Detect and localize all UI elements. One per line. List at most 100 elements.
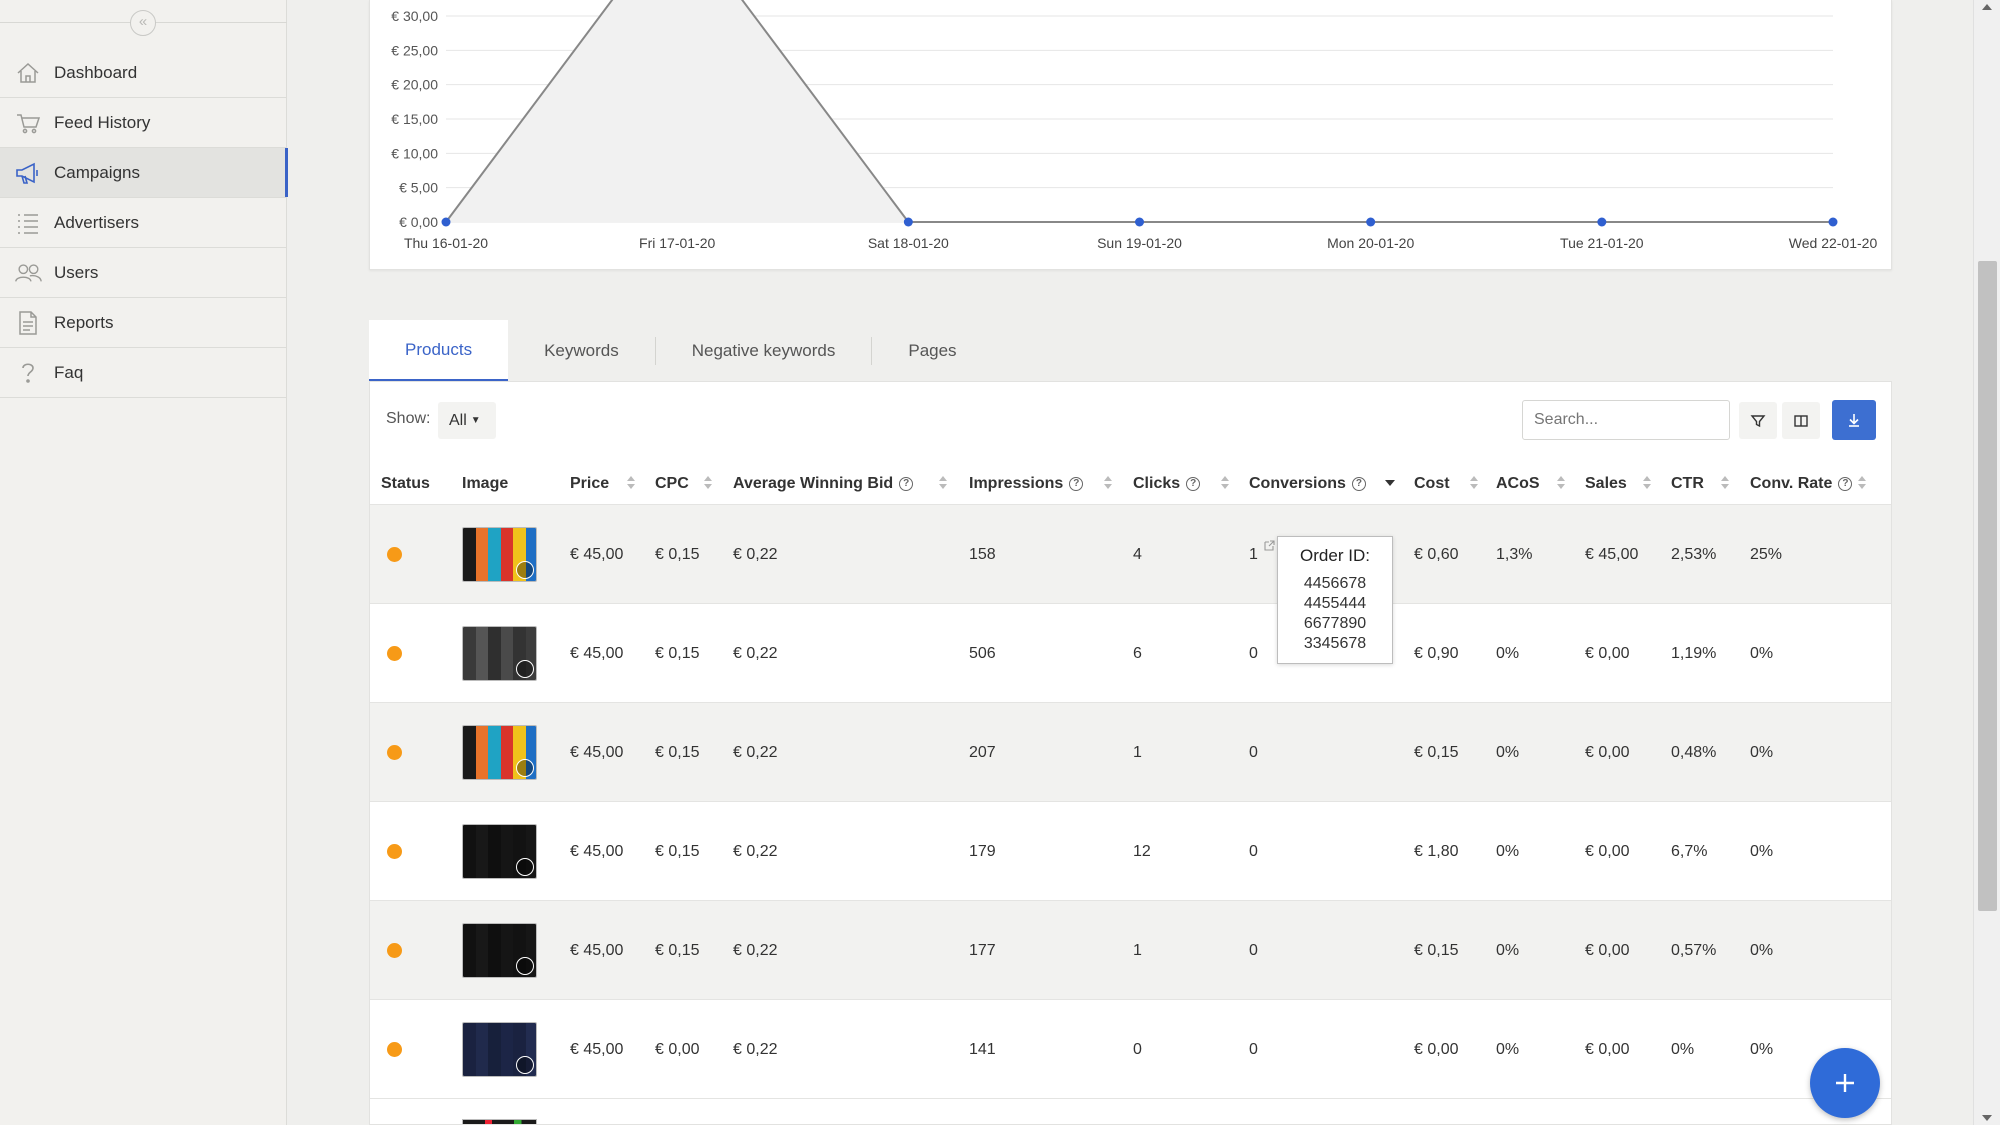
sort-icon[interactable]	[1720, 474, 1730, 492]
y-tick-label: € 20,00	[391, 77, 438, 93]
price-cell: € 45,00	[570, 941, 624, 959]
product-image[interactable]	[462, 725, 537, 780]
sidebar-item-reports[interactable]: Reports	[0, 298, 287, 348]
column-header-impressions[interactable]: Impressions?	[969, 462, 1084, 505]
sidebar: « Dashboard Feed History Campaigns Adver…	[0, 0, 288, 1125]
sort-icon[interactable]	[626, 474, 636, 492]
help-icon[interactable]: ?	[1069, 476, 1084, 491]
sidebar-item-faq[interactable]: Faq	[0, 348, 287, 398]
tab-pages[interactable]: Pages	[872, 320, 992, 381]
sort-icon[interactable]	[1642, 474, 1652, 492]
sort-icon[interactable]	[1857, 474, 1867, 492]
conv-rate-cell: 0%	[1750, 842, 1774, 860]
table-row[interactable]: € 45,00 € 0,15 € 0,22 506 6 0 € 0,90 0% € 0,00 1,…	[370, 604, 1891, 703]
product-image-stripe	[500, 1023, 514, 1076]
sort-icon[interactable]	[938, 474, 948, 492]
column-header-price[interactable]: Price	[570, 462, 609, 505]
column-header-conv-rate[interactable]: Conv. Rate?	[1750, 462, 1853, 505]
show-select[interactable]: All ▼	[438, 402, 496, 439]
column-header-ctr[interactable]: CTR	[1671, 462, 1704, 505]
product-image-stripe	[475, 528, 489, 581]
y-tick-label: € 30,00	[391, 8, 438, 24]
tab-keywords[interactable]: Keywords	[508, 320, 655, 381]
table-row[interactable]: € 45,00 € 0,15 € 0,22 207 1 0 € 0,15 0% € 0,00 0,…	[370, 703, 1891, 802]
tab-negative-keywords[interactable]: Negative keywords	[656, 320, 872, 381]
sort-icon[interactable]	[1103, 474, 1113, 492]
cost-cell: € 0,15	[1414, 743, 1459, 761]
table-row[interactable]: € 45,00 € 0,15 € 0,22 177 1 0 € 0,15 0% € 0,00 0,…	[370, 901, 1891, 1000]
download-icon	[1849, 414, 1859, 427]
tab-bar: Products Keywords Negative keywords Page…	[369, 320, 993, 381]
table-row[interactable]: € 45,00 € 0,00 € 0,22 141 0 0 € 0,00 0% € 0,00 0%…	[370, 1000, 1891, 1099]
sidebar-item-feed-history[interactable]: Feed History	[0, 98, 287, 148]
column-header-average-winning-bid[interactable]: Average Winning Bid?	[733, 462, 914, 505]
column-header-cost[interactable]: Cost	[1414, 462, 1450, 505]
product-image-stripe	[463, 924, 476, 977]
scroll-thumb[interactable]	[1978, 261, 1997, 911]
chart-card: € 0,00 € 5,00 € 10,00 € 15,00 € 20,00 € 25,00…	[369, 0, 1892, 270]
column-header-clicks[interactable]: Clicks?	[1133, 462, 1201, 505]
sort-desc-icon[interactable]	[1385, 480, 1395, 486]
status-dot	[387, 844, 402, 859]
order-id: 4456678	[1303, 575, 1367, 592]
sales-cell: € 0,00	[1585, 644, 1630, 662]
conv-rate-cell: 25%	[1750, 545, 1783, 563]
scroll-up-icon[interactable]	[1982, 4, 1992, 10]
page-scrollbar[interactable]	[1973, 0, 2000, 1125]
order-id: 6677890	[1303, 615, 1367, 632]
table-row[interactable]: € 45,00 € 0,15 € 0,22 179 12 0 € 1,80 0% € 0,00 6…	[370, 802, 1891, 901]
column-header-label: Price	[570, 474, 610, 492]
column-header-label: Impressions	[969, 474, 1064, 492]
ctr-cell: 1,19%	[1671, 644, 1717, 662]
sort-icon[interactable]	[703, 474, 713, 492]
product-image	[462, 1119, 537, 1124]
status-cell	[387, 901, 402, 1000]
impressions-cell: 179	[969, 842, 996, 860]
sidebar-item-advertisers[interactable]: Advertisers	[0, 198, 287, 248]
brand-badge-icon	[516, 660, 534, 678]
report-icon	[14, 309, 42, 337]
product-image[interactable]	[462, 1022, 537, 1077]
ctr-cell: 0%	[1671, 1040, 1695, 1058]
image-cell	[462, 1000, 537, 1099]
search-input[interactable]	[1522, 400, 1730, 440]
clicks-cell: 6	[1133, 644, 1142, 662]
conversions-cell: 0	[1249, 842, 1258, 860]
sidebar-item-users[interactable]: Users	[0, 248, 287, 298]
help-icon[interactable]: ?	[1838, 476, 1853, 491]
sidebar-item-label: Advertisers	[54, 212, 140, 232]
sort-icon[interactable]	[1469, 474, 1479, 492]
price-cell: € 45,00	[570, 1040, 624, 1058]
product-image[interactable]	[462, 626, 537, 681]
product-image[interactable]	[462, 527, 537, 582]
collapse-sidebar-icon[interactable]: «	[130, 10, 156, 36]
filter-button[interactable]	[1739, 402, 1777, 439]
sidebar-item-campaigns[interactable]: Campaigns	[0, 148, 288, 198]
column-header-acos[interactable]: ACoS	[1496, 462, 1540, 505]
column-header-conversions[interactable]: Conversions?	[1249, 462, 1366, 505]
clicks-cell: 12	[1133, 842, 1151, 860]
conv-rate-cell: 0%	[1750, 644, 1774, 662]
help-icon[interactable]: ?	[1186, 476, 1201, 491]
column-header-sales[interactable]: Sales	[1585, 462, 1627, 505]
add-button[interactable]	[1810, 1048, 1880, 1118]
average-winning-bid-cell: € 0,22	[733, 743, 778, 761]
sort-icon[interactable]	[1556, 474, 1566, 492]
tab-products[interactable]: Products	[369, 320, 509, 381]
export-button[interactable]	[1832, 400, 1876, 440]
help-icon[interactable]: ?	[1351, 476, 1366, 491]
sort-icon[interactable]	[1220, 474, 1230, 492]
scroll-down-icon[interactable]	[1982, 1115, 1992, 1121]
table-row[interactable]: € 45,00 € 0,15 € 0,22 158 4 1 € 0,60 1,3% € 45,0…	[370, 505, 1891, 604]
data-point	[1597, 217, 1607, 227]
column-header-cpc[interactable]: CPC	[655, 462, 689, 505]
caret-down-icon: ▼	[470, 415, 481, 426]
external-link-icon[interactable]	[1263, 539, 1276, 552]
impressions-cell: 158	[969, 545, 996, 563]
product-image[interactable]	[462, 824, 537, 879]
help-icon[interactable]: ?	[899, 476, 914, 491]
product-image[interactable]	[462, 923, 537, 978]
columns-button[interactable]	[1782, 402, 1820, 439]
sidebar-item-dashboard[interactable]: Dashboard	[0, 48, 287, 98]
product-image-stripe	[488, 825, 501, 878]
